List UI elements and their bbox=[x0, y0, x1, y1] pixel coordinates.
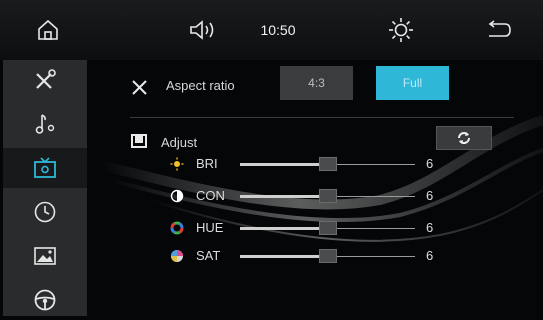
brightness-button[interactable] bbox=[385, 14, 417, 46]
slider-fill bbox=[240, 195, 328, 198]
back-button[interactable] bbox=[481, 14, 517, 46]
music-note-icon bbox=[35, 114, 55, 134]
clock-time: 10:50 bbox=[260, 22, 296, 38]
slider-label: CON bbox=[196, 188, 225, 203]
home-icon bbox=[38, 19, 58, 40]
slider-thumb[interactable] bbox=[318, 221, 337, 235]
back-arrow-icon bbox=[488, 20, 511, 37]
slider-value: 6 bbox=[426, 220, 434, 235]
adjust-icon bbox=[131, 134, 147, 148]
adjust-label: Adjust bbox=[161, 135, 198, 150]
slider-label: BRI bbox=[196, 156, 218, 171]
tv-icon bbox=[34, 157, 56, 178]
slider-thumb[interactable] bbox=[318, 189, 337, 203]
slider-sat: SAT 6 bbox=[170, 246, 440, 266]
aspect-ratio-icon bbox=[132, 80, 147, 95]
volume-button[interactable] bbox=[184, 14, 224, 46]
contrast-icon bbox=[170, 189, 184, 203]
brightness-icon bbox=[170, 157, 184, 171]
sidebar bbox=[3, 60, 87, 316]
sidebar-item-video[interactable] bbox=[3, 148, 87, 188]
reset-button[interactable] bbox=[436, 126, 492, 150]
slider-bri: BRI 6 bbox=[170, 154, 440, 174]
aspect-4-3-button[interactable]: 4:3 bbox=[280, 66, 353, 100]
saturation-icon bbox=[171, 250, 183, 262]
slider-fill bbox=[240, 255, 328, 258]
picture-icon bbox=[34, 247, 56, 265]
home-button[interactable] bbox=[30, 14, 66, 46]
clock-icon bbox=[34, 201, 56, 223]
slider-label: SAT bbox=[196, 248, 221, 263]
reset-icon bbox=[458, 132, 470, 144]
slider-con: CON 6 bbox=[170, 186, 440, 206]
speaker-icon bbox=[190, 20, 214, 40]
steering-wheel-icon bbox=[34, 289, 56, 311]
slider-value: 6 bbox=[426, 248, 434, 263]
sidebar-item-steering[interactable] bbox=[3, 280, 87, 320]
slider-value: 6 bbox=[426, 156, 434, 171]
slider-label: HUE bbox=[196, 220, 224, 235]
sidebar-item-wallpaper[interactable] bbox=[3, 236, 87, 276]
slider-fill bbox=[240, 163, 328, 166]
aspect-full-button[interactable]: Full bbox=[376, 66, 449, 100]
slider-thumb[interactable] bbox=[318, 249, 337, 263]
sidebar-item-general[interactable] bbox=[3, 60, 87, 100]
section-divider bbox=[130, 117, 514, 118]
hue-icon bbox=[170, 221, 184, 235]
sidebar-item-time[interactable] bbox=[3, 192, 87, 232]
top-bar: 10:50 bbox=[0, 0, 543, 60]
slider-value: 6 bbox=[426, 188, 434, 203]
aspect-ratio-label: Aspect ratio bbox=[166, 78, 235, 93]
slider-hue: HUE 6 bbox=[170, 218, 440, 238]
slider-fill bbox=[240, 227, 328, 230]
tools-icon bbox=[36, 69, 56, 89]
sun-icon bbox=[389, 18, 413, 42]
sidebar-item-audio[interactable] bbox=[3, 104, 87, 144]
slider-thumb[interactable] bbox=[318, 157, 337, 171]
